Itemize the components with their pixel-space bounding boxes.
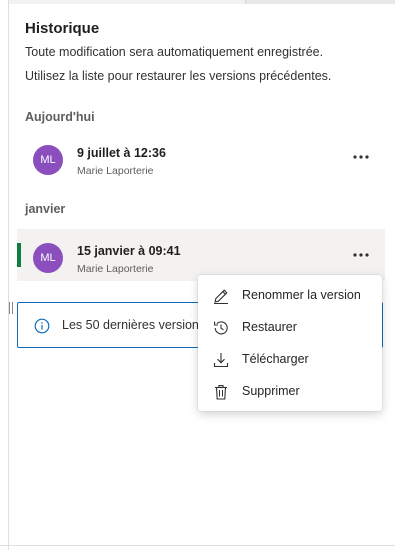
menu-item-download[interactable]: Télécharger — [198, 344, 382, 376]
menu-item-restore[interactable]: Restaurer — [198, 312, 382, 344]
menu-item-delete[interactable]: Supprimer — [198, 376, 382, 408]
panel-description-line1: Toute modification sera automatiquement … — [25, 45, 324, 59]
panel-title: Historique — [25, 20, 100, 37]
top-tab-strip — [0, 0, 395, 4]
trash-icon — [215, 385, 227, 400]
version-author: Marie Laporterie — [77, 263, 154, 275]
avatar: ML — [33, 145, 63, 175]
version-date: 9 juillet à 12:36 — [77, 146, 166, 160]
more-options-button[interactable] — [351, 245, 371, 265]
restore-clock-icon — [214, 321, 228, 335]
download-icon — [213, 353, 229, 368]
avatar: ML — [33, 243, 63, 273]
panel-bottom-border — [0, 545, 395, 546]
ellipsis-icon — [353, 253, 369, 257]
menu-item-label: Télécharger — [242, 352, 309, 366]
version-context-menu: Renommer la version Restaurer Télécharge… — [198, 275, 382, 411]
top-strip-segment — [9, 0, 246, 4]
version-item[interactable]: ML 9 juillet à 12:36 Marie Laporterie — [17, 131, 385, 183]
resize-handle[interactable] — [9, 302, 13, 314]
panel-description-line2: Utilisez la liste pour restaurer les ver… — [25, 69, 332, 83]
pencil-icon — [214, 289, 228, 304]
menu-item-label: Supprimer — [242, 384, 300, 398]
section-label-january: janvier — [25, 202, 66, 216]
version-item-selected[interactable]: ML 15 janvier à 09:41 Marie Laporterie — [17, 229, 385, 281]
version-date: 15 janvier à 09:41 — [77, 244, 181, 258]
ellipsis-icon — [353, 155, 369, 159]
more-options-button[interactable] — [351, 147, 371, 167]
info-banner-text: Les 50 dernières versions — [62, 318, 206, 332]
selection-indicator — [17, 243, 21, 267]
menu-item-label: Renommer la version — [242, 288, 361, 302]
section-label-today: Aujourd'hui — [25, 110, 95, 124]
version-author: Marie Laporterie — [77, 165, 154, 177]
menu-item-label: Restaurer — [242, 320, 297, 334]
top-strip-segment — [246, 0, 395, 4]
menu-item-rename[interactable]: Renommer la version — [198, 280, 382, 312]
info-icon — [34, 318, 50, 334]
panel-left-border — [8, 0, 9, 550]
